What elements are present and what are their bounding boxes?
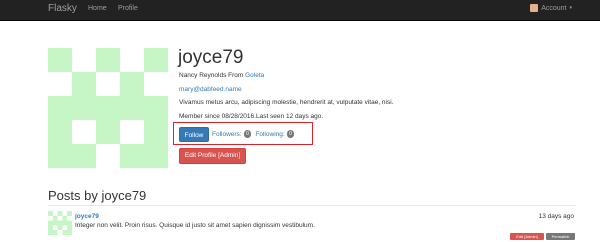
chevron-down-icon: ▾ — [569, 5, 572, 11]
post-permalink-button[interactable]: Permalink — [546, 233, 575, 240]
avatar — [530, 4, 539, 12]
follow-stats: Followers: 0 Following: 0 — [212, 130, 296, 138]
post-author-identicon[interactable] — [48, 211, 72, 235]
nav-profile-link[interactable]: Profile — [118, 5, 138, 12]
member-since: Member since 08/28/2016.Last seen 12 day… — [179, 113, 324, 120]
follow-button[interactable]: Follow — [179, 127, 209, 142]
account-dropdown[interactable]: Account ▾ — [530, 4, 572, 12]
profile-identicon — [48, 48, 168, 168]
profile-username: joyce79 — [178, 47, 244, 68]
profile-name: Nancy Reynolds From — [179, 72, 244, 79]
location-link[interactable]: Goleta — [245, 72, 264, 79]
post-timestamp: 13 days ago — [538, 213, 574, 220]
email-link[interactable]: mary@dabfeed.name — [179, 86, 242, 93]
post-author-link[interactable]: joyce79 — [75, 213, 99, 220]
edit-profile-admin-button[interactable]: Edit Profile [Admin] — [179, 148, 246, 164]
divider — [48, 205, 576, 206]
nav-home-link[interactable]: Home — [88, 5, 107, 12]
profile-name-location: Nancy Reynolds From Goleta — [179, 72, 264, 79]
account-label: Account — [541, 4, 567, 12]
post-edit-admin-button[interactable]: Edit [Admin] — [510, 233, 544, 240]
followers-count-badge: 0 — [243, 130, 252, 138]
profile-about: Vivamus metus arcu, adipiscing molestie,… — [179, 99, 394, 106]
following-count-badge: 0 — [286, 130, 295, 138]
following-link[interactable]: Following: — [255, 131, 284, 138]
post-body: Integer non velit. Proin risus. Quisque … — [75, 222, 315, 229]
followers-link[interactable]: Followers: — [212, 131, 242, 138]
posts-section-title: Posts by joyce79 — [48, 188, 147, 203]
navbar: Flasky Home Profile Account ▾ — [0, 0, 600, 21]
brand-link[interactable]: Flasky — [48, 3, 77, 14]
